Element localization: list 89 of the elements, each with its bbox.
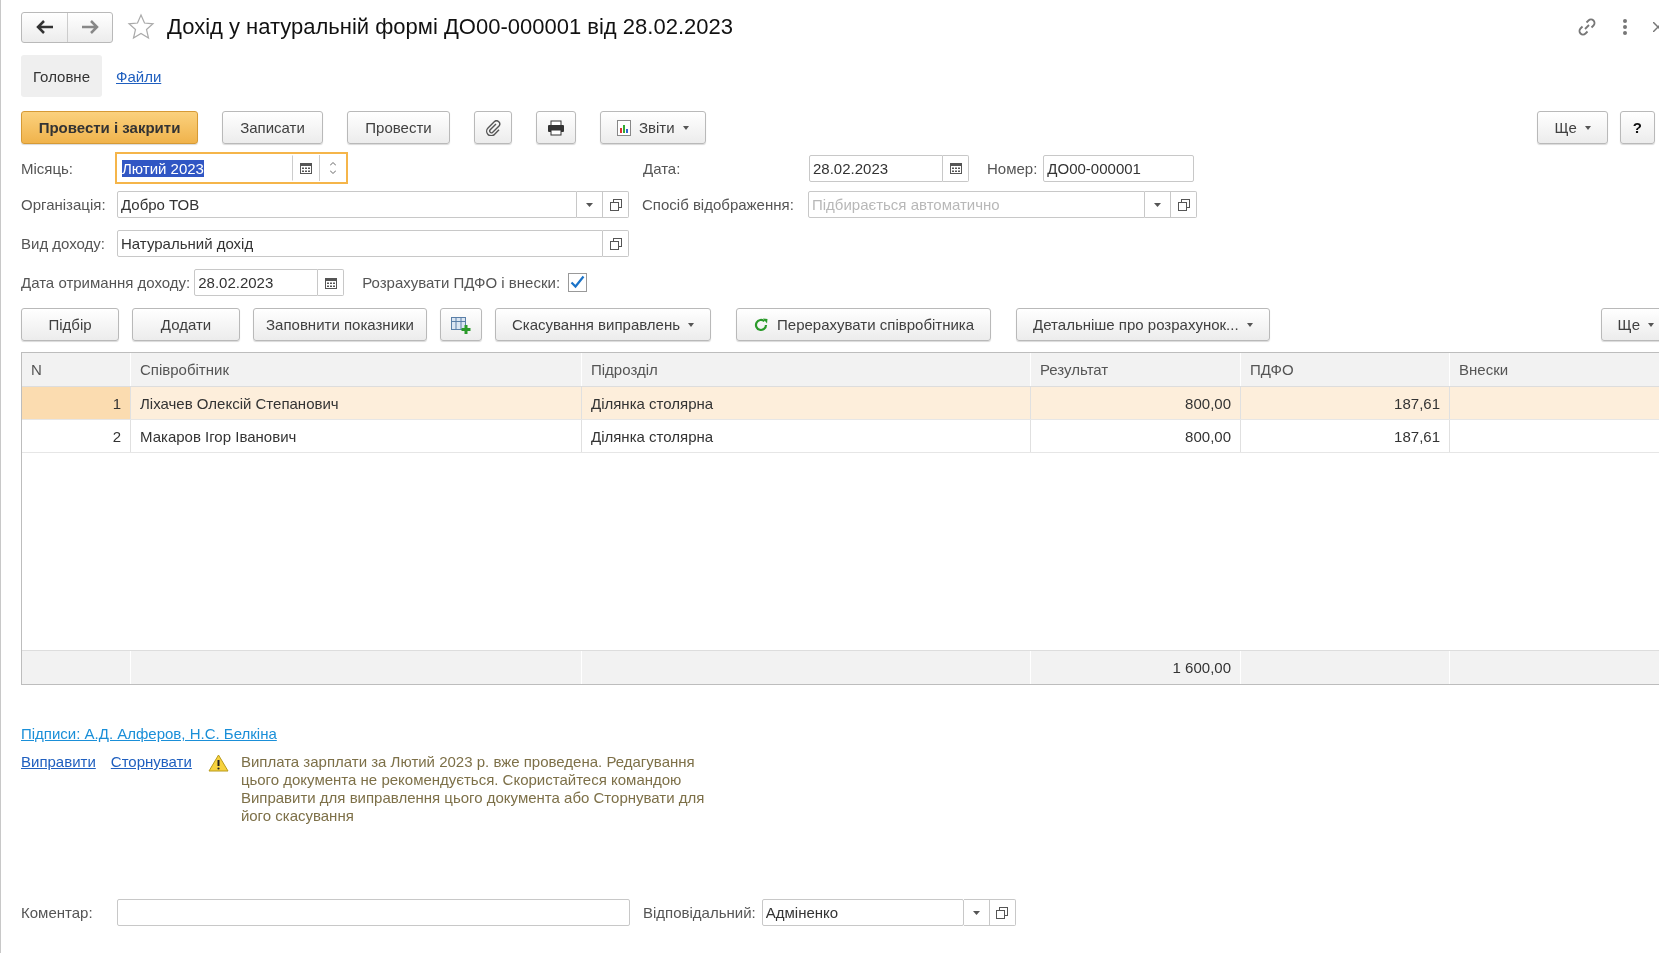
action-link[interactable]: Виправити <box>21 753 96 770</box>
table-cell: Макаров Ігор Іванович <box>131 420 582 452</box>
open-button[interactable] <box>989 899 1016 926</box>
table-cell: Ділянка столярна <box>582 387 1031 419</box>
warning-icon <box>207 754 229 772</box>
caret-icon <box>586 202 593 207</box>
more-button[interactable]: Ще <box>1537 111 1608 144</box>
open-button[interactable] <box>603 191 629 218</box>
more-menu-icon[interactable] <box>1623 19 1627 35</box>
number-field[interactable]: ДО00-000001 <box>1043 154 1195 182</box>
table-add-icon <box>451 315 471 334</box>
post-and-close-button[interactable]: Провести і закрити <box>21 111 198 144</box>
column-header[interactable]: N <box>22 353 131 386</box>
window-title: Дохід у натуральній формі ДО00-000001 від 28.02.2023 <box>167 14 733 40</box>
date-label: Дата: <box>643 159 682 177</box>
table-row[interactable]: 2 Макаров Ігор Іванович Ділянка столярна 800,00 187,61 <box>22 420 1659 453</box>
calendar-button[interactable] <box>318 269 345 296</box>
responsible-label: Відповідальний: <box>643 904 756 921</box>
reports-button[interactable]: Звіти <box>600 111 706 144</box>
column-header[interactable]: Результат <box>1031 353 1241 386</box>
display-method-label: Спосіб відображення: <box>642 196 795 213</box>
table-cell: Ліхачев Олексій Степанович <box>131 387 582 419</box>
print-button[interactable] <box>536 111 576 144</box>
table-cell: 800,00 <box>1031 387 1241 419</box>
open-button[interactable] <box>1171 191 1197 218</box>
calendar-icon <box>299 162 312 174</box>
table-cell: 187,61 <box>1241 420 1450 452</box>
open-button[interactable] <box>603 230 629 257</box>
calendar-icon <box>949 162 962 174</box>
column-header[interactable]: Підрозділ <box>582 353 1031 386</box>
recalculate-button[interactable]: Перерахувати співробітника <box>736 308 992 341</box>
table-row[interactable]: 1 Ліхачев Олексій Степанович Ділянка столярна 800,00 187,61 <box>22 387 1659 420</box>
save-button[interactable]: Записати <box>222 111 323 144</box>
tab[interactable]: Головне <box>21 55 102 97</box>
date-field[interactable]: 28.02.2023 <box>809 154 943 182</box>
caret-icon <box>972 910 980 915</box>
details-button[interactable]: Детальніше про розрахунок... <box>1016 308 1270 341</box>
open-form-icon <box>609 198 622 211</box>
total-cell: 1 600,00 <box>1031 651 1241 684</box>
income-type-field[interactable]: Натуральний дохід <box>117 230 603 257</box>
month-label: Місяць: <box>21 159 75 177</box>
warning-message: Виплата зарплати за Лютий 2023 р. вже проведена. Редагування цього документа не рекомендується. Скористайтеся командою Виправити для виправлення цього документа або Сторнувати для його скасування <box>240 753 706 825</box>
star-icon[interactable] <box>127 13 155 41</box>
open-form-icon <box>1177 198 1190 211</box>
printer-icon <box>547 119 565 136</box>
income-type-label: Вид доходу: <box>21 235 106 252</box>
back-arrow-icon <box>35 20 54 34</box>
table-cell: Ділянка столярна <box>582 420 1031 452</box>
comment-label: Коментар: <box>21 904 94 921</box>
pick-button[interactable]: Підбір <box>21 308 119 341</box>
table-cell: 2 <box>22 420 131 452</box>
action-link[interactable]: Сторнувати <box>110 753 192 770</box>
table-cell: 187,61 <box>1241 387 1450 419</box>
number-label: Номер: <box>987 159 1038 177</box>
column-header[interactable]: Співробітник <box>131 353 582 386</box>
open-form-icon <box>609 237 622 250</box>
responsible-field[interactable]: Адміненко <box>761 899 964 926</box>
comment-field[interactable] <box>117 899 630 926</box>
spin-arrows-icon <box>329 162 336 174</box>
forward-arrow-icon <box>81 20 99 34</box>
caret-icon <box>1154 202 1161 207</box>
table-cell: 800,00 <box>1031 420 1241 452</box>
receipt-date-field[interactable]: 28.02.2023 <box>194 269 319 296</box>
calendar-button[interactable] <box>943 154 969 182</box>
paperclip-icon <box>485 119 501 136</box>
add-button[interactable]: Додати <box>132 308 240 341</box>
signatures-link[interactable]: Підписи: А.Д. Алферов, Н.С. Белкіна <box>21 725 277 742</box>
open-form-icon <box>996 906 1009 919</box>
fill-indicators-button[interactable]: Заповнити показники <box>253 308 427 341</box>
report-icon <box>617 119 631 136</box>
column-header[interactable]: Внески <box>1450 353 1659 386</box>
calculate-pdfo-label: Розрахувати ПДФО і внески: <box>362 274 561 291</box>
tab[interactable]: Файли <box>108 55 170 97</box>
refresh-icon <box>753 316 770 333</box>
post-button[interactable]: Провести <box>347 111 450 144</box>
link-icon[interactable] <box>1577 17 1597 37</box>
attach-button[interactable] <box>474 111 512 144</box>
receipt-date-label: Дата отримання доходу: <box>21 274 191 291</box>
cancel-corrections-button[interactable]: Скасування виправлень <box>495 308 712 341</box>
table-cell: 1 <box>22 387 131 419</box>
add-column-button[interactable] <box>440 308 482 341</box>
column-header[interactable]: ПДФО <box>1241 353 1450 386</box>
organization-label: Організація: <box>21 196 107 213</box>
display-method-field[interactable]: Підбирається автоматично <box>808 191 1145 218</box>
organization-field[interactable]: Добро ТОВ <box>117 191 577 218</box>
help-button[interactable]: ? <box>1619 111 1655 144</box>
calendar-icon <box>324 276 337 289</box>
more-button[interactable]: Ще <box>1600 308 1659 341</box>
calculate-pdfo-checkbox[interactable] <box>568 273 588 292</box>
